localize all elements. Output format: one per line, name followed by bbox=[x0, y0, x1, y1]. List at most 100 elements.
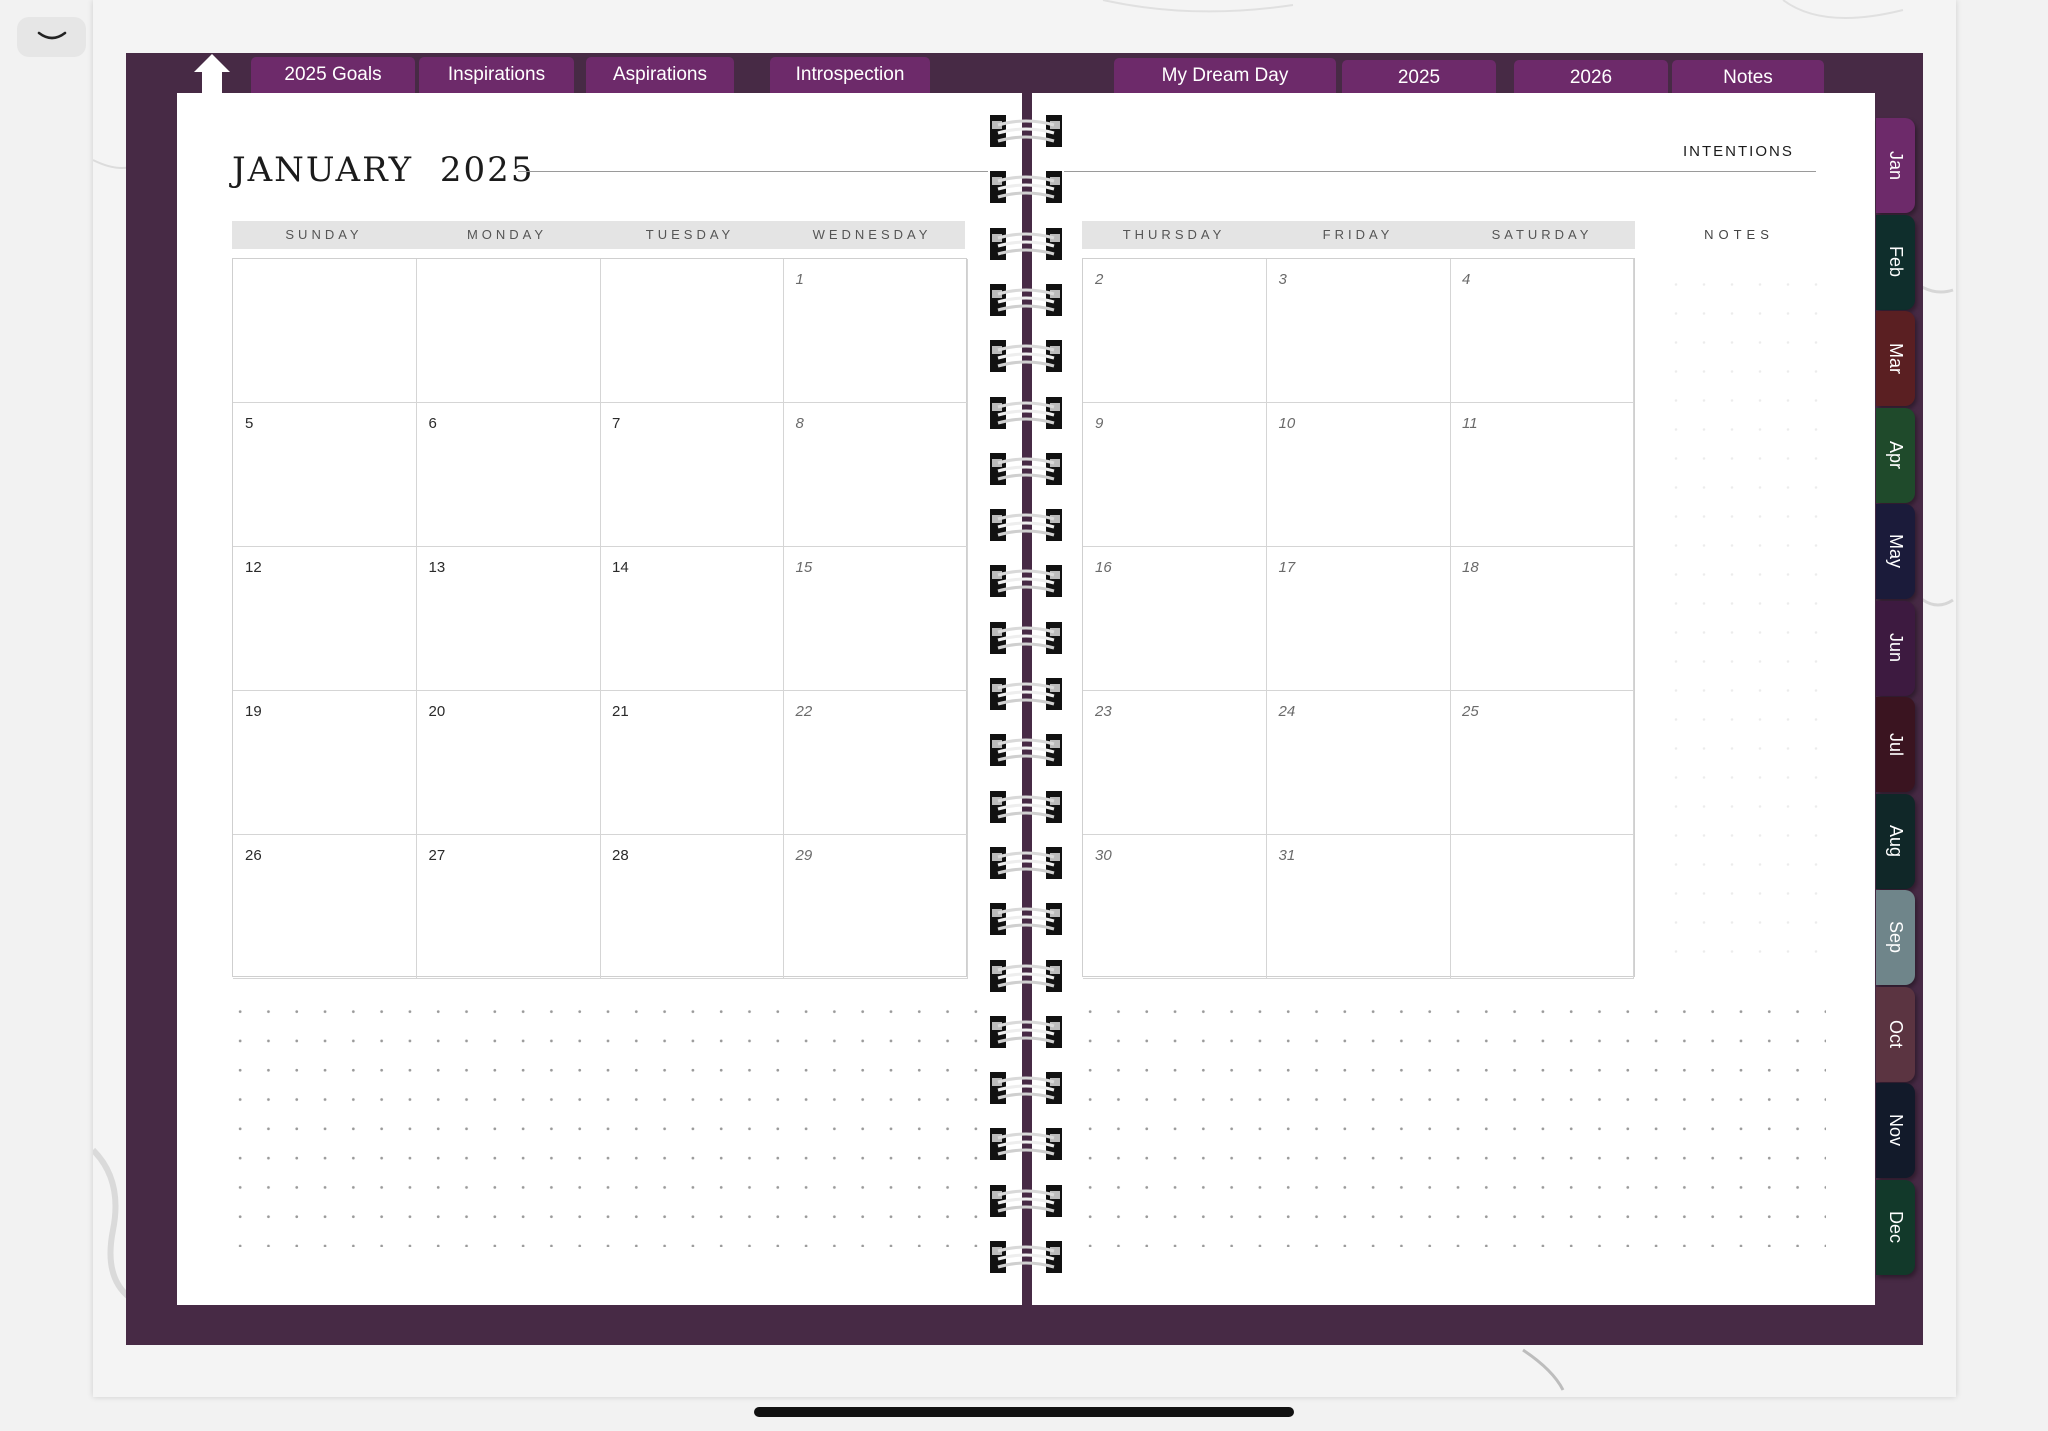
calendar-day-cell[interactable]: 8 bbox=[783, 403, 968, 547]
calendar-day-cell[interactable]: 15 bbox=[783, 547, 968, 691]
binding-ring bbox=[988, 563, 1064, 599]
calendar-day-cell[interactable]: 26 bbox=[233, 835, 417, 979]
binding-ring bbox=[988, 1070, 1064, 1106]
day-number: 21 bbox=[612, 703, 629, 720]
month-tab-may[interactable]: May bbox=[1876, 504, 1915, 599]
spiral-binding bbox=[988, 113, 1064, 1288]
calendar-day-cell[interactable]: 23 bbox=[1083, 691, 1267, 835]
calendar-day-cell[interactable]: 25 bbox=[1450, 691, 1634, 835]
tab-introspection[interactable]: Introspection bbox=[770, 57, 930, 93]
home-indicator bbox=[754, 1407, 1294, 1417]
day-number: 14 bbox=[612, 559, 629, 576]
calendar-day-cell[interactable]: 19 bbox=[233, 691, 417, 835]
app-root: 2025 Goals Inspirations Aspirations Intr… bbox=[0, 0, 2048, 1431]
binding-ring bbox=[988, 395, 1064, 431]
binding-ring bbox=[988, 620, 1064, 656]
month-tab-aug[interactable]: Aug bbox=[1876, 793, 1915, 889]
calendar-day-cell[interactable]: 2 bbox=[1083, 259, 1267, 403]
calendar-day-cell[interactable]: 1 bbox=[783, 259, 968, 403]
month-tab-label: Dec bbox=[1886, 1210, 1906, 1243]
page-title: JANUARY 2025 bbox=[232, 150, 534, 190]
calendar-day-cell[interactable]: 6 bbox=[416, 403, 601, 547]
tab-2025[interactable]: 2025 bbox=[1342, 60, 1496, 96]
calendar-day-cell[interactable]: 16 bbox=[1083, 547, 1267, 691]
day-number: 19 bbox=[245, 703, 262, 720]
month-tab-label: Oct bbox=[1886, 1019, 1906, 1048]
day-number: 7 bbox=[612, 415, 621, 432]
title-rule-left bbox=[518, 171, 988, 172]
calendar-day-cell[interactable]: 12 bbox=[233, 547, 417, 691]
month-tab-label: Feb bbox=[1886, 246, 1906, 278]
month-tab-feb[interactable]: Feb bbox=[1876, 214, 1915, 310]
weekday-label-wednesday: WEDNESDAY bbox=[812, 227, 932, 242]
calendar-day-cell[interactable]: 17 bbox=[1266, 547, 1451, 691]
calendar-day-cell[interactable]: 10 bbox=[1266, 403, 1451, 547]
calendar-day-cell[interactable] bbox=[416, 259, 601, 403]
tab-aspirations[interactable]: Aspirations bbox=[586, 57, 734, 93]
day-number: 16 bbox=[1095, 559, 1112, 576]
month-tab-dec[interactable]: Dec bbox=[1876, 1179, 1915, 1275]
title-rule-right bbox=[1064, 171, 1816, 172]
calendar-day-cell[interactable]: 27 bbox=[416, 835, 601, 979]
calendar-day-cell[interactable]: 28 bbox=[600, 835, 784, 979]
calendar-day-cell[interactable]: 3 bbox=[1266, 259, 1451, 403]
collapse-toolbar-button[interactable] bbox=[17, 17, 86, 57]
calendar-day-cell[interactable]: 31 bbox=[1266, 835, 1451, 979]
binding-ring bbox=[988, 1014, 1064, 1050]
month-tab-apr[interactable]: Apr bbox=[1876, 407, 1915, 503]
calendar-day-cell[interactable] bbox=[233, 259, 417, 403]
calendar-day-cell[interactable] bbox=[600, 259, 784, 403]
binding-ring bbox=[988, 789, 1064, 825]
day-number: 8 bbox=[795, 415, 804, 432]
calendar-day-cell[interactable]: 18 bbox=[1450, 547, 1634, 691]
calendar-day-cell[interactable]: 4 bbox=[1450, 259, 1634, 403]
dot-grid-right[interactable] bbox=[1076, 997, 1826, 1247]
calendar-day-cell[interactable]: 24 bbox=[1266, 691, 1451, 835]
tab-2025-goals[interactable]: 2025 Goals bbox=[251, 57, 415, 93]
month-tab-oct[interactable]: Oct bbox=[1876, 986, 1915, 1082]
day-number: 11 bbox=[1462, 415, 1478, 432]
notes-area[interactable] bbox=[1662, 270, 1832, 970]
month-tab-mar[interactable]: Mar bbox=[1876, 311, 1915, 406]
month-tab-nov[interactable]: Nov bbox=[1876, 1083, 1915, 1178]
calendar-day-cell[interactable]: 30 bbox=[1083, 835, 1267, 979]
tab-notes[interactable]: Notes bbox=[1672, 60, 1824, 96]
day-number: 4 bbox=[1462, 271, 1471, 288]
tab-2026[interactable]: 2026 bbox=[1514, 60, 1668, 96]
dot-grid-left[interactable] bbox=[226, 997, 986, 1247]
calendar-day-cell[interactable]: 20 bbox=[416, 691, 601, 835]
month-tab-jun[interactable]: Jun bbox=[1876, 600, 1915, 696]
month-tab-sep[interactable]: Sep bbox=[1876, 890, 1915, 985]
binding-ring bbox=[988, 958, 1064, 994]
calendar-day-cell[interactable]: 11 bbox=[1450, 403, 1634, 547]
month-tab-label: May bbox=[1886, 534, 1906, 569]
day-number: 28 bbox=[612, 847, 629, 864]
month-tab-label: Apr bbox=[1886, 440, 1906, 469]
day-number: 15 bbox=[795, 559, 813, 576]
binding-ring bbox=[988, 676, 1064, 712]
calendar-day-cell[interactable]: 14 bbox=[600, 547, 784, 691]
day-number: 10 bbox=[1278, 415, 1296, 432]
calendar-day-cell[interactable]: 21 bbox=[600, 691, 784, 835]
calendar-day-cell[interactable]: 7 bbox=[600, 403, 784, 547]
day-number: 13 bbox=[428, 559, 446, 576]
month-tab-jul[interactable]: Jul bbox=[1876, 697, 1915, 792]
month-tab-label: Aug bbox=[1886, 824, 1906, 858]
month-name: JANUARY bbox=[232, 150, 414, 190]
calendar-day-cell[interactable]: 22 bbox=[783, 691, 968, 835]
calendar-day-cell[interactable]: 13 bbox=[416, 547, 601, 691]
tab-my-dream-day[interactable]: My Dream Day bbox=[1114, 58, 1336, 94]
month-tab-label: Jul bbox=[1886, 732, 1906, 756]
tab-inspirations[interactable]: Inspirations bbox=[419, 57, 574, 93]
calendar-day-cell[interactable]: 29 bbox=[783, 835, 968, 979]
day-number: 27 bbox=[428, 847, 446, 864]
calendar-day-cell[interactable]: 9 bbox=[1083, 403, 1267, 547]
calendar-day-cell[interactable] bbox=[1450, 835, 1634, 979]
day-number: 17 bbox=[1278, 559, 1296, 576]
day-number: 9 bbox=[1095, 415, 1104, 432]
day-number: 18 bbox=[1462, 559, 1479, 576]
month-tab-jan[interactable]: Jan bbox=[1876, 118, 1915, 213]
home-icon[interactable] bbox=[192, 52, 232, 94]
calendar-day-cell[interactable]: 5 bbox=[233, 403, 417, 547]
weekday-label-saturday: SATURDAY bbox=[1491, 227, 1593, 242]
